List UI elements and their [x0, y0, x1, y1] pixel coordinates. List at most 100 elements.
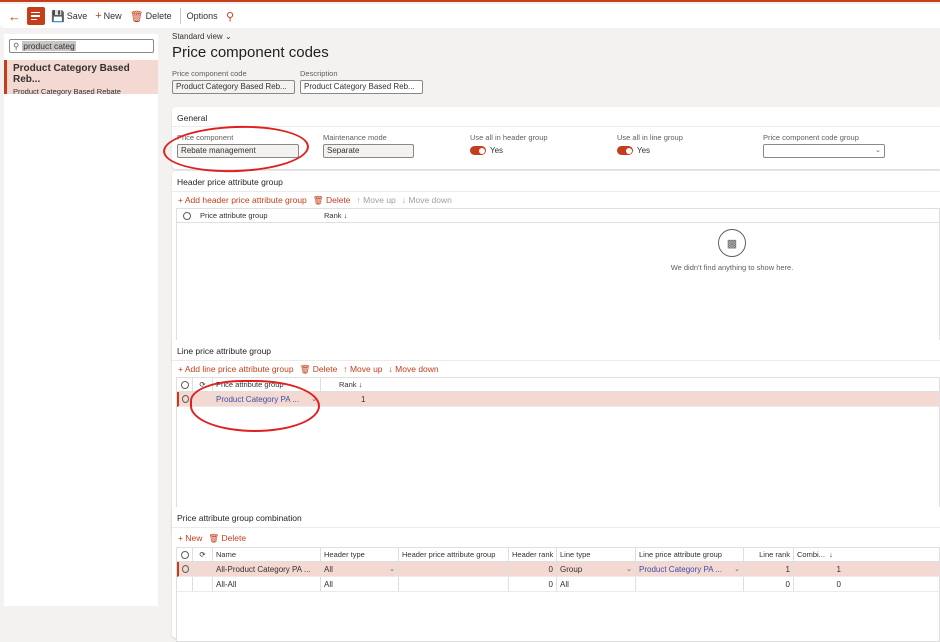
use-all-line-field: Use all in line group Yes — [617, 133, 683, 156]
column-header[interactable]: Header rank — [509, 548, 557, 561]
add-line-group-button[interactable]: + Add line price attribute group — [178, 364, 294, 374]
chevron-down-icon[interactable]: ⌄ — [311, 395, 317, 403]
column-header[interactable]: Line price attribute group — [636, 548, 744, 561]
list-item[interactable]: Product Category Based Reb... Product Ca… — [4, 60, 158, 96]
price-attribute-group-combination-section: Price attribute group combination + New … — [172, 507, 940, 642]
refresh-icon[interactable]: ⟳ — [193, 548, 213, 561]
table-row[interactable]: Product Category PA ... ⌄ 1 — [177, 392, 939, 407]
main-content: Standard view ⌄ Price component codes Pr… — [172, 32, 940, 642]
chevron-down-icon: ⌄ — [224, 32, 232, 41]
code-group-field: Price component code group ⌄ — [763, 133, 885, 158]
description-field: Description Product Category Based Reb..… — [300, 69, 423, 94]
plus-icon: + — [178, 364, 183, 374]
section-title: Price attribute group combination — [177, 513, 302, 523]
price-component-code-input[interactable]: Product Category Based Reb... — [172, 80, 295, 94]
header-group-grid: Price attribute group Rank ↓ ▩ We didn't… — [176, 208, 940, 358]
trash-icon: 🗑 — [129, 10, 144, 23]
use-all-header-toggle[interactable] — [470, 146, 486, 156]
chevron-down-icon[interactable]: ⌄ — [389, 565, 395, 573]
move-up-button[interactable]: ↑ Move up — [343, 364, 382, 374]
action-toolbar: ← 💾 Save + New 🗑 Delete Options ⚲ — [0, 4, 940, 28]
move-down-button[interactable]: ↓ Move down — [389, 364, 439, 374]
section-title: Header price attribute group — [177, 177, 283, 187]
line-price-attribute-group-section: Line price attribute group + Add line pr… — [172, 340, 940, 535]
general-section: General Price component Rebate managemen… — [172, 107, 940, 169]
delete-button[interactable]: 🗑 Delete — [208, 533, 246, 544]
empty-box-icon: ▩ — [718, 229, 746, 257]
column-header[interactable]: Name — [213, 548, 321, 561]
chevron-down-icon: ⌄ — [875, 147, 881, 154]
arrow-down-icon: ↓ — [401, 195, 407, 205]
column-header[interactable]: Price attribute group — [213, 378, 321, 391]
maintenance-mode-field: Maintenance mode Separate — [323, 133, 414, 158]
add-header-group-button[interactable]: + Add header price attribute group — [178, 195, 307, 205]
record-list-pane: ⚲ product categ Product Category Based R… — [4, 34, 158, 606]
sort-arrow-icon: ↓ — [358, 380, 363, 389]
back-arrow-icon[interactable]: ← — [8, 9, 21, 24]
sort-arrow-icon: ↓ — [829, 550, 833, 559]
description-input[interactable]: Product Category Based Reb... — [300, 80, 423, 94]
new-button[interactable]: + New — [178, 533, 202, 543]
list-filter-input[interactable]: ⚲ product categ — [9, 39, 154, 53]
plus-icon: + — [178, 195, 183, 205]
move-down-button[interactable]: ↓ Move down — [402, 195, 452, 205]
options-button[interactable]: Options — [187, 11, 218, 21]
plus-icon: + — [95, 10, 102, 22]
price-component-input[interactable]: Rebate management — [177, 144, 299, 158]
price-component-field: Price component Rebate management — [177, 133, 299, 158]
delete-button[interactable]: 🗑 Delete — [130, 10, 172, 23]
search-icon[interactable]: ⚲ — [226, 10, 234, 23]
column-header[interactable]: Header type — [321, 548, 399, 561]
top-accent-bar — [0, 0, 940, 2]
header-price-attribute-group-section: Header price attribute group + Add heade… — [172, 171, 940, 363]
column-header[interactable]: Line rank — [744, 548, 794, 561]
column-header[interactable]: Rank ↓ — [321, 209, 381, 222]
select-all-radio[interactable] — [180, 550, 189, 559]
move-up-button[interactable]: ↑ Move up — [357, 195, 396, 205]
chevron-down-icon[interactable]: ⌄ — [734, 565, 740, 573]
refresh-icon[interactable]: ⟳ — [193, 378, 213, 391]
trash-icon: 🗑 — [299, 363, 311, 374]
use-all-line-toggle[interactable] — [617, 146, 633, 156]
select-all-radio[interactable] — [183, 211, 191, 220]
page-title: Price component codes — [172, 44, 329, 61]
delete-button[interactable]: 🗑 Delete — [313, 195, 351, 206]
column-header[interactable]: Rank ↓ — [321, 378, 381, 391]
chevron-down-icon[interactable]: ⌄ — [626, 565, 632, 573]
maintenance-mode-input[interactable]: Separate — [323, 144, 414, 158]
row-select-radio[interactable] — [182, 565, 189, 573]
code-group-select[interactable]: ⌄ — [763, 144, 885, 158]
menu-button[interactable] — [27, 7, 45, 25]
new-button[interactable]: + New — [95, 10, 121, 22]
use-all-header-field: Use all in header group Yes — [470, 133, 548, 156]
combination-grid: ⟳ Name Header type Header price attribut… — [176, 547, 940, 642]
column-header[interactable]: Header price attribute group — [399, 548, 509, 561]
view-selector[interactable]: Standard view ⌄ — [172, 32, 940, 41]
arrow-up-icon: ↑ — [356, 195, 361, 205]
arrow-up-icon: ↑ — [343, 364, 348, 374]
table-row[interactable]: All-All All 0 All 0 0 — [177, 577, 939, 592]
section-title: Line price attribute group — [177, 346, 272, 356]
plus-icon: + — [178, 533, 183, 543]
table-row[interactable]: All-Product Category PA ... All ⌄ 0 Group… — [177, 562, 939, 577]
rank-cell[interactable]: 1 — [321, 392, 381, 406]
price-attribute-group-cell[interactable]: Product Category PA ... ⌄ — [213, 392, 321, 406]
trash-icon: 🗑 — [208, 532, 220, 543]
price-component-code-field: Price component code Product Category Ba… — [172, 69, 295, 94]
delete-button[interactable]: 🗑 Delete — [300, 364, 338, 375]
column-header[interactable]: Line type — [557, 548, 636, 561]
sort-arrow-icon: ↓ — [343, 211, 348, 220]
grid-header: ⟳ Price attribute group Rank ↓ — [177, 378, 939, 392]
column-header[interactable]: Combi... ↓ — [794, 548, 844, 561]
grid-header: ⟳ Name Header type Header price attribut… — [177, 548, 939, 562]
column-header[interactable]: Price attribute group — [197, 209, 321, 222]
save-icon: 💾 — [51, 10, 65, 23]
toolbar-divider — [179, 8, 181, 24]
save-button[interactable]: 💾 Save — [51, 10, 87, 23]
grid-header: Price attribute group Rank ↓ — [177, 209, 939, 223]
row-select-radio[interactable] — [182, 395, 189, 403]
section-title: General — [177, 113, 208, 123]
select-all-radio[interactable] — [180, 380, 189, 389]
arrow-down-icon: ↓ — [388, 364, 393, 374]
search-icon: ⚲ — [13, 40, 20, 51]
